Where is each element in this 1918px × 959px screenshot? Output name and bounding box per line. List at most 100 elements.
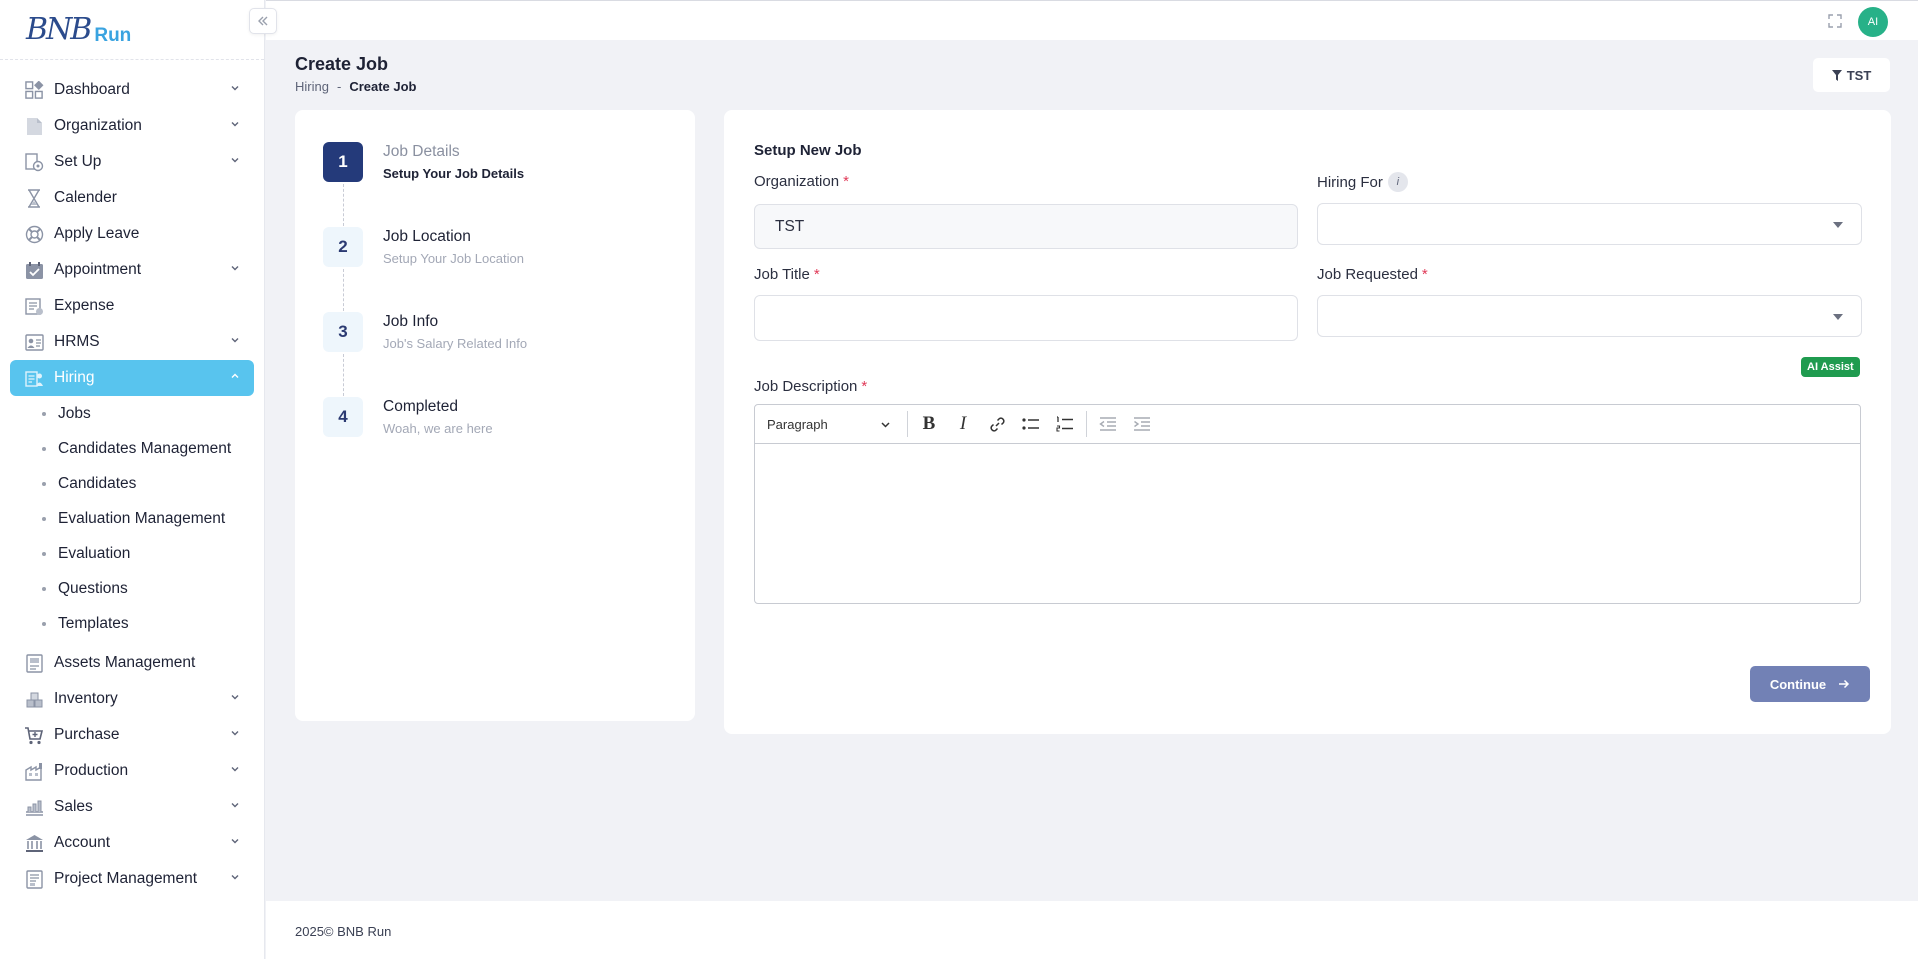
sidebar-item-project-management[interactable]: Project Management xyxy=(10,861,254,897)
submenu-item-label: Candidates xyxy=(58,474,137,492)
editor-content-area[interactable] xyxy=(755,444,1860,603)
form-heading: Setup New Job xyxy=(754,142,862,159)
submenu-item-label: Templates xyxy=(58,614,129,632)
breadcrumb-hiring[interactable]: Hiring xyxy=(295,79,329,94)
chevron-up-icon xyxy=(231,373,239,378)
sidebar-item-apply-leave[interactable]: Apply Leave xyxy=(10,216,254,252)
chevron-down-icon xyxy=(231,803,239,808)
outdent-icon xyxy=(1099,417,1116,431)
organization-field[interactable]: TST xyxy=(754,204,1298,249)
chevron-down-icon xyxy=(231,875,239,880)
job-title-label: Job Title * xyxy=(754,266,820,283)
indent-icon xyxy=(1134,417,1150,431)
filter-label: TST xyxy=(1846,67,1872,83)
bullet-dot xyxy=(42,621,46,626)
top-header: AI xyxy=(266,0,1918,40)
step-number: 4 xyxy=(323,397,363,437)
job-form-card: Setup New Job Organization * TST Hiring F… xyxy=(724,110,1891,734)
sidebar-item-setup[interactable]: Set Up xyxy=(10,144,254,180)
sidebar-item-label: Hiring xyxy=(54,369,95,386)
step-subtitle: Woah, we are here xyxy=(383,421,493,436)
sidebar-item-purchase[interactable]: Purchase xyxy=(10,717,254,753)
job-requested-select[interactable] xyxy=(1317,295,1862,337)
step-completed[interactable]: 4 Completed Woah, we are here xyxy=(323,397,667,482)
ai-assist-button[interactable]: AI Assist xyxy=(1801,357,1860,377)
link-button[interactable] xyxy=(980,409,1014,439)
submenu-item-evaluation[interactable]: Evaluation xyxy=(42,536,264,571)
sidebar-item-calender[interactable]: Calender xyxy=(10,180,254,216)
job-requested-label-text: Job Requested xyxy=(1317,266,1418,283)
sidebar-item-dashboard[interactable]: Dashboard xyxy=(10,72,254,108)
outdent-button[interactable] xyxy=(1091,409,1125,439)
step-subtitle: Job's Salary Related Info xyxy=(383,336,528,351)
sidebar-item-label: Dashboard xyxy=(54,81,130,98)
sidebar-item-hrms[interactable]: HRMS xyxy=(10,324,254,360)
sidebar-collapse-button[interactable] xyxy=(249,8,277,34)
sidebar-item-sales[interactable]: Sales xyxy=(10,789,254,825)
bulleted-list-button[interactable] xyxy=(1014,409,1048,439)
italic-button[interactable]: I xyxy=(946,409,980,439)
lifebuoy-icon xyxy=(24,224,44,244)
step-text: Job Info Job's Salary Related Info xyxy=(383,312,527,397)
fullscreen-icon[interactable] xyxy=(1827,13,1843,29)
numbered-list-button[interactable] xyxy=(1048,409,1082,439)
link-icon xyxy=(989,416,1005,432)
step-subtitle: Setup Your Job Location xyxy=(383,251,524,266)
logo-run-text: Run xyxy=(94,24,132,46)
required-mark: * xyxy=(843,173,849,190)
submenu-item-label: Jobs xyxy=(58,404,91,422)
bullet-dot xyxy=(42,411,46,416)
sidebar-item-appointment[interactable]: Appointment xyxy=(10,252,254,288)
step-job-location[interactable]: 2 Job Location Setup Your Job Location xyxy=(323,227,667,312)
step-connector xyxy=(343,354,344,396)
organization-label-text: Organization xyxy=(754,173,840,190)
submenu-item-jobs[interactable]: Jobs xyxy=(42,396,264,431)
indent-button[interactable] xyxy=(1125,409,1159,439)
sidebar-item-expense[interactable]: Expense xyxy=(10,288,254,324)
submenu-item-candidates[interactable]: Candidates xyxy=(42,466,264,501)
toolbar-separator xyxy=(1086,411,1087,437)
sidebar-item-inventory[interactable]: Inventory xyxy=(10,681,254,717)
sidebar-item-assets-management[interactable]: Assets Management xyxy=(10,645,254,681)
submenu-item-evaluation-management[interactable]: Evaluation Management xyxy=(42,501,264,536)
submenu-item-candidates-management[interactable]: Candidates Management xyxy=(42,431,264,466)
paragraph-format-select[interactable]: Paragraph xyxy=(761,409,903,439)
step-title: Job Info xyxy=(383,313,439,330)
dropdown-caret-icon xyxy=(1833,314,1843,320)
step-job-details[interactable]: 1 Job Details Setup Your Job Details xyxy=(323,142,667,227)
sidebar-item-hiring[interactable]: Hiring xyxy=(10,360,254,396)
hiring-for-select[interactable] xyxy=(1317,203,1862,245)
step-text: Job Details Setup Your Job Details xyxy=(383,142,524,227)
chevron-down-icon xyxy=(231,86,239,91)
continue-label: Continue xyxy=(1769,676,1827,692)
bold-button[interactable]: B xyxy=(912,409,946,439)
sidebar-item-account[interactable]: Account xyxy=(10,825,254,861)
submenu-item-label: Questions xyxy=(58,579,128,597)
chevron-down-icon xyxy=(231,731,239,736)
job-title-input[interactable] xyxy=(754,295,1298,341)
step-number: 3 xyxy=(323,312,363,352)
step-job-info[interactable]: 3 Job Info Job's Salary Related Info xyxy=(323,312,667,397)
user-avatar[interactable]: AI xyxy=(1858,7,1888,37)
chevron-down-icon xyxy=(231,158,239,163)
chevron-down-icon xyxy=(231,839,239,844)
bulleted-list-icon xyxy=(1022,418,1039,430)
project-icon xyxy=(24,869,44,889)
sidebar-item-label: HRMS xyxy=(54,333,100,350)
continue-button[interactable]: Continue xyxy=(1750,666,1870,702)
double-chevron-left-icon xyxy=(258,16,268,26)
info-icon[interactable]: i xyxy=(1387,172,1408,192)
submenu-item-templates[interactable]: Templates xyxy=(42,606,264,641)
step-number: 1 xyxy=(323,142,363,182)
breadcrumb-separator: - xyxy=(336,79,342,94)
submenu-item-questions[interactable]: Questions xyxy=(42,571,264,606)
filter-icon xyxy=(1831,69,1842,81)
organization-filter-button[interactable]: TST xyxy=(1813,58,1890,92)
sidebar-item-production[interactable]: Production xyxy=(10,753,254,789)
bank-icon xyxy=(24,833,44,853)
brand-logo[interactable]: BNB Run xyxy=(0,0,264,60)
step-title: Job Location xyxy=(383,228,471,245)
arrow-right-icon xyxy=(1839,679,1850,689)
sidebar-item-organization[interactable]: Organization xyxy=(10,108,254,144)
step-connector xyxy=(343,269,344,311)
